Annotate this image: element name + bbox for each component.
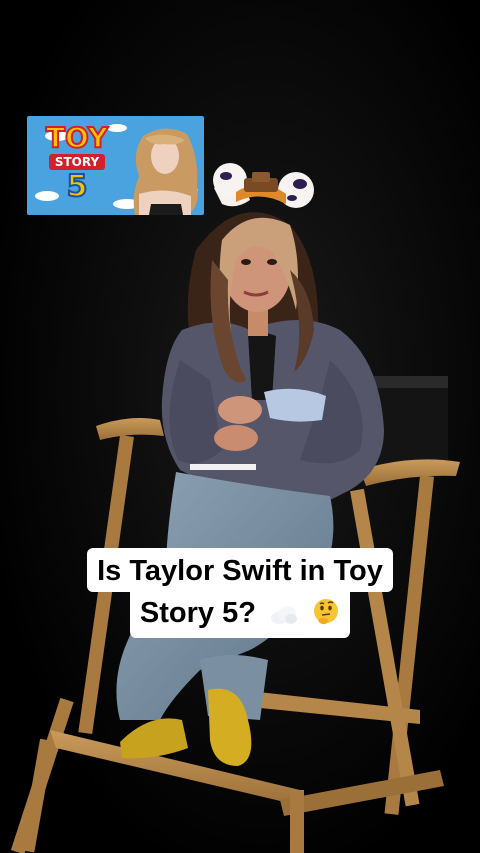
cloud-emoji-icon: [270, 600, 298, 634]
thinking-face-emoji-icon: [312, 598, 340, 634]
caption: Is Taylor Swift in Toy Story 5?: [0, 548, 480, 638]
toy-story-5-thumbnail: TOY STORY 5: [27, 116, 204, 215]
logo-line-story: STORY: [48, 154, 106, 170]
caption-line-1: Is Taylor Swift in Toy: [87, 548, 393, 592]
caption-line-2: Story 5?: [129, 590, 351, 638]
logo-line-number: 5: [66, 169, 89, 204]
logo-line-toy: TOY: [45, 121, 109, 154]
caption-line-2-text: Story 5?: [139, 597, 256, 629]
